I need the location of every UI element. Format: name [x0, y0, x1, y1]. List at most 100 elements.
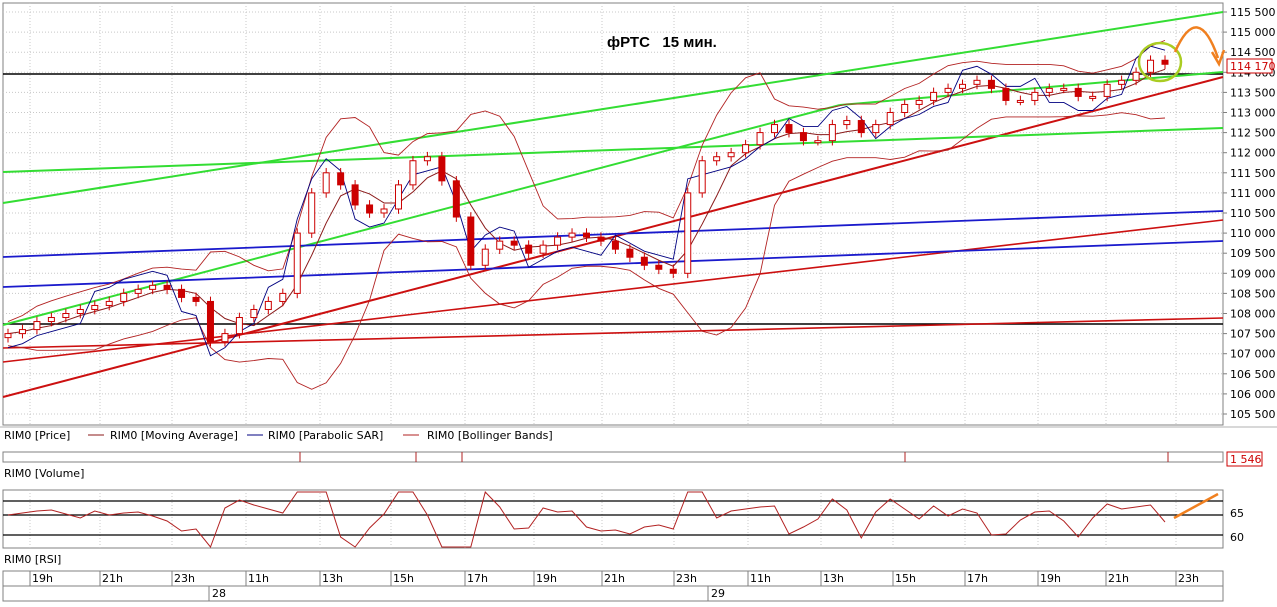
candle-body [843, 120, 851, 126]
time-tick-label: 17h [467, 572, 488, 585]
candle-body [221, 333, 229, 343]
candle-body [452, 180, 460, 218]
price-tick-label: 108 500 [1230, 287, 1276, 300]
time-tick-label: 15h [393, 572, 414, 585]
candle-body [568, 232, 576, 238]
time-tick-label: 11h [750, 572, 771, 585]
candle-body [872, 124, 880, 134]
price-tick-label: 105 500 [1230, 408, 1276, 421]
candle-body [698, 160, 706, 194]
price-panel [2, 2, 1224, 426]
candle-body [496, 240, 504, 250]
price-tick-label: 115 000 [1230, 26, 1276, 39]
time-tick-label: 11h [248, 572, 269, 585]
candle-body [206, 300, 214, 343]
candle-body [1016, 99, 1024, 103]
volume-panel [2, 451, 1224, 463]
candle-body [1103, 83, 1111, 97]
candle-body [597, 236, 605, 242]
time-tick-label: 23h [174, 572, 195, 585]
candle-body [727, 152, 735, 158]
volume-value-label: 1 546 [1230, 453, 1262, 466]
candle-body [438, 156, 446, 182]
legend-ma: RIM0 [Moving Average] [110, 429, 238, 442]
candle-body [235, 317, 243, 335]
time-tick-label: 23h [676, 572, 697, 585]
candle-body [322, 172, 330, 194]
price-tick-label: 111 500 [1230, 167, 1276, 180]
chart-title: фРТС 15 мин. [607, 34, 717, 51]
time-tick-label: 19h [536, 572, 557, 585]
candle-body [655, 264, 663, 270]
price-tick-label: 107 000 [1230, 348, 1276, 361]
candle-body [857, 120, 865, 134]
legend-sar: RIM0 [Parabolic SAR] [268, 429, 383, 442]
time-tick-label: 23h [1178, 572, 1199, 585]
candle-body [481, 248, 489, 266]
candle-body [1118, 79, 1126, 85]
candle-body [828, 124, 836, 142]
price-tick-label: 110 000 [1230, 227, 1276, 240]
candle-body [134, 288, 142, 294]
volume-label: RIM0 [Volume] [4, 467, 84, 480]
candle-body [250, 308, 258, 319]
candle-body [901, 103, 909, 113]
candle-body [669, 268, 677, 274]
candle-body [886, 112, 894, 126]
candle-body [1002, 87, 1010, 101]
candle-body [1161, 59, 1169, 65]
current-price-label: 114 170 [1230, 60, 1276, 73]
candle-body [987, 79, 995, 89]
price-tick-label: 107 500 [1230, 328, 1276, 341]
price-tick-label: 115 500 [1230, 6, 1276, 19]
candle-body [409, 160, 417, 186]
candle-body [1132, 71, 1140, 81]
candle-body [814, 140, 822, 144]
candle-body [264, 300, 272, 310]
day-label-28: 28 [212, 587, 226, 600]
candle-body [713, 156, 721, 162]
candle-body [351, 184, 359, 206]
candle-body [930, 91, 938, 101]
candle-body [583, 232, 590, 238]
candle-body [756, 132, 764, 146]
candle-body [1045, 87, 1053, 93]
rsi-tick-60: 60 [1230, 531, 1244, 544]
price-tick-label: 108 000 [1230, 308, 1276, 321]
candle-body [742, 144, 750, 154]
rsi-label: RIM0 [RSI] [4, 553, 61, 566]
candle-body [1031, 91, 1039, 101]
candle-body [785, 124, 793, 134]
candle-body [33, 321, 41, 331]
candle-body [120, 292, 128, 302]
candle-body [915, 99, 923, 105]
price-tick-label: 110 500 [1230, 207, 1276, 220]
rsi-tick-65: 65 [1230, 507, 1244, 520]
candle-body [91, 304, 99, 310]
time-tick-label: 21h [102, 572, 123, 585]
candle-body [611, 240, 619, 250]
candle-body [394, 184, 402, 210]
candle-body [163, 284, 171, 290]
candle-body [684, 192, 692, 274]
time-tick-label: 21h [1108, 572, 1129, 585]
candle-body [771, 124, 779, 134]
candle-body [510, 240, 518, 246]
rsi-panel [2, 489, 1224, 549]
price-tick-label: 109 000 [1230, 267, 1276, 280]
candle-body [308, 192, 316, 234]
candle-body [1089, 95, 1097, 99]
time-tick-label: 13h [823, 572, 844, 585]
time-tick-label: 19h [32, 572, 53, 585]
candle-body [944, 87, 952, 93]
candle-body [47, 317, 55, 323]
candle-body [380, 208, 388, 214]
candle-body [959, 83, 967, 89]
price-tick-label: 112 500 [1230, 127, 1276, 140]
time-tick-label: 17h [967, 572, 988, 585]
legend: RIM0 [Price] RIM0 [Moving Average] RIM0 … [4, 429, 553, 442]
candle-body [366, 204, 374, 214]
price-tick-label: 114 500 [1230, 46, 1276, 59]
candle-body [525, 244, 533, 254]
candle-body [467, 216, 475, 266]
